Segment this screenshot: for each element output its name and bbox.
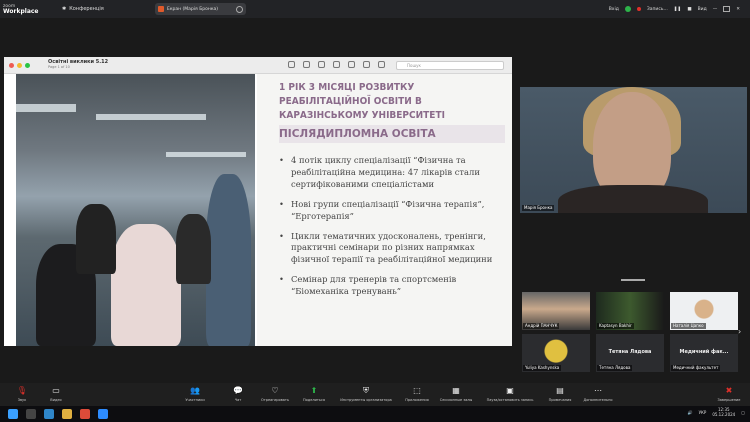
slide-subtitle: ПІСЛЯДИПЛОМНА ОСВІТА [279, 125, 505, 143]
end-meeting-button[interactable]: ✖ Завершение [707, 386, 750, 402]
minimize-icon[interactable]: — [713, 7, 718, 12]
options-icon[interactable] [236, 5, 243, 13]
rotate-icon[interactable] [363, 61, 370, 68]
avatar [158, 6, 164, 12]
grid-icon: ▦ [452, 386, 460, 395]
participant-tile[interactable]: Наталія Цапко [670, 292, 738, 330]
participant-tile[interactable]: Тетяна Лядова Тетяна Лядова [596, 334, 664, 372]
close-window-icon[interactable] [9, 62, 14, 68]
video-button[interactable]: ▭ Видео [34, 386, 78, 402]
notes-icon: ▤ [556, 386, 564, 395]
share-screen-button[interactable]: ⬆ Поделиться [292, 386, 336, 402]
document-title: Освітні виклики 5.12 Page 1 of 10 [48, 59, 109, 70]
share-icon[interactable] [333, 61, 340, 68]
host-tools-button[interactable]: ⛨ Инструменты организатора [340, 386, 392, 402]
zoom-in-icon[interactable] [318, 61, 325, 68]
shield-icon: ✱ [62, 6, 67, 12]
participant-tile[interactable]: Медичний фак... Медичний факультет [670, 334, 738, 372]
gallery-divider[interactable] [621, 279, 645, 281]
slide-title: 1 РІК 3 МІСЯЦІ РОЗВИТКУ РЕАБІЛІТАЦІЙНОЇ … [279, 82, 445, 121]
chrome-icon[interactable] [80, 409, 90, 419]
security-shield-icon[interactable] [624, 6, 631, 12]
slide-photo [16, 74, 255, 346]
slide-bullet: Семінар для тренерів та спортсменів “Біо… [279, 274, 499, 298]
edge-icon[interactable] [44, 409, 54, 419]
info-icon[interactable] [288, 61, 295, 68]
zoom-logo: zoom Workplace [3, 4, 39, 15]
markup-icon[interactable] [348, 61, 355, 68]
clock[interactable]: 12:35 05.12.2024 [712, 407, 735, 417]
more-icon: ⋯ [594, 386, 602, 395]
windows-taskbar [0, 406, 750, 422]
gallery-next-icon[interactable]: › [738, 327, 741, 336]
screen-share-pill[interactable]: Екран (Марія Бронка) [155, 3, 246, 15]
pause-icon[interactable]: ❚❚ [674, 7, 682, 12]
chat-icon: 💬 [233, 386, 243, 395]
login-button[interactable]: Вхід [609, 7, 619, 12]
notifications-icon[interactable]: ▢ [741, 410, 745, 415]
slide-bullets: 4 потік циклу спеціалізації “Фізична та … [279, 155, 499, 306]
stop-icon[interactable]: ■ [687, 7, 691, 12]
apps-button[interactable]: ⬚ Приложения [395, 386, 439, 402]
shield-icon: ⛨ [363, 386, 369, 395]
microphone-muted-icon: 🎙 [16, 386, 28, 395]
more-button[interactable]: ⋯ Дополнительно [576, 386, 620, 402]
speaker-icon[interactable]: 🔊 [688, 410, 693, 415]
search-input[interactable]: Пошук [396, 61, 504, 70]
participants-button[interactable]: 👥 Участники [173, 386, 217, 402]
speaker-name: Марія Бронка [522, 205, 555, 211]
participant-tile[interactable]: Yuliya Kashynska [522, 334, 590, 372]
folder-icon[interactable] [62, 409, 72, 419]
minimize-window-icon[interactable] [17, 62, 22, 68]
conference-button[interactable]: ✱ Конференція [62, 6, 104, 12]
search-icon[interactable] [26, 409, 36, 419]
share-screen-icon: ⬆ [310, 386, 318, 395]
recording-label[interactable]: Запись... [647, 7, 668, 12]
apps-icon: ⬚ [413, 386, 421, 395]
participants-icon: 👥 [190, 386, 200, 395]
language-indicator[interactable]: УКР [699, 410, 707, 415]
recording-button[interactable]: ▣ Пауза/остановить запись [487, 386, 534, 402]
zoom-window-icon[interactable] [25, 62, 30, 68]
slide-bullet: 4 потік циклу спеціалізації “Фізична та … [279, 155, 499, 191]
heart-icon: ♡ [271, 386, 279, 395]
crop-icon[interactable] [378, 61, 385, 68]
keynote-toolbar: Освітні виклики 5.12 Page 1 of 10 Пошук [4, 57, 512, 74]
zoom-app-icon[interactable] [98, 409, 108, 419]
pause-stop-icon: ▣ [506, 386, 514, 395]
top-right-controls: Вхід Запись... ❚❚ ■ Вид — ✕ [609, 0, 750, 18]
end-call-icon: ✖ [725, 386, 733, 395]
maximize-icon[interactable] [723, 6, 731, 12]
shared-screen: Освітні виклики 5.12 Page 1 of 10 Пошук … [4, 57, 512, 346]
video-camera-icon: ▭ [52, 386, 60, 395]
slide-bullet: Нові групи спеціалізації “Фізична терапі… [279, 199, 499, 223]
close-icon[interactable]: ✕ [736, 7, 740, 12]
participant-tile[interactable]: Андрій ПАНЧУК [522, 292, 590, 330]
zoom-out-icon[interactable] [303, 61, 310, 68]
system-tray: 🔊 УКР 12:35 05.12.2024 ▢ [688, 407, 745, 417]
view-button[interactable]: Вид [698, 7, 707, 12]
breakout-rooms-button[interactable]: ▦ Сессионные залы [434, 386, 478, 402]
windows-start-icon[interactable] [8, 409, 18, 419]
react-button[interactable]: ♡ Отреагировать [253, 386, 297, 402]
slide-bullet: Цикли тематичних удосконалень, тренінги,… [279, 231, 499, 267]
record-dot-icon [636, 7, 641, 11]
active-speaker-video[interactable]: Марія Бронка [520, 87, 747, 213]
participant-tile[interactable]: Kaptasyn Bakhir [596, 292, 664, 330]
presentation-slide: 1 РІК 3 МІСЯЦІ РОЗВИТКУ РЕАБІЛІТАЦІЙНОЇ … [257, 74, 512, 346]
